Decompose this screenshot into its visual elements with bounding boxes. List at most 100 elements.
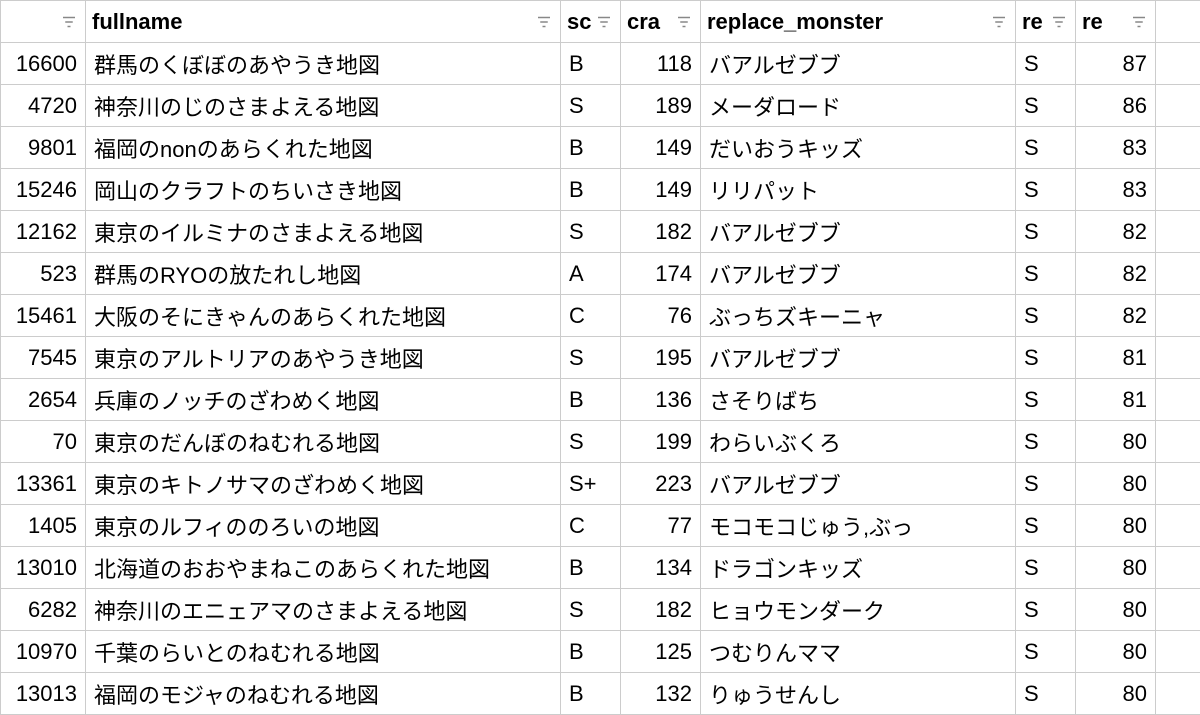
cell-cra[interactable]: 182	[621, 211, 701, 253]
column-header-sc[interactable]: sc	[561, 1, 621, 43]
cell-re2[interactable]: 81	[1076, 337, 1156, 379]
cell-cra[interactable]: 199	[621, 421, 701, 463]
cell-replace_monster[interactable]: わらいぶくろ	[701, 421, 1016, 463]
cell-cra[interactable]: 195	[621, 337, 701, 379]
table-row[interactable]: 15461大阪のそにきゃんのあらくれた地図C76ぶっちズキーニャS82	[1, 295, 1200, 337]
cell-fullname[interactable]: 群馬のくぼぼのあやうき地図	[86, 43, 561, 85]
filter-icon[interactable]	[674, 12, 694, 32]
cell-id[interactable]: 13013	[1, 673, 86, 715]
cell-re1[interactable]: S	[1016, 295, 1076, 337]
cell-id[interactable]: 4720	[1, 85, 86, 127]
cell-sc[interactable]: B	[561, 547, 621, 589]
cell-re2[interactable]: 80	[1076, 547, 1156, 589]
table-row[interactable]: 7545東京のアルトリアのあやうき地図S195バアルゼブブS81	[1, 337, 1200, 379]
cell-cra[interactable]: 77	[621, 505, 701, 547]
cell-re1[interactable]: S	[1016, 463, 1076, 505]
table-row[interactable]: 1405東京のルフィののろいの地図C77モコモコじゅう,ぶっS80	[1, 505, 1200, 547]
column-header-fullname[interactable]: fullname	[86, 1, 561, 43]
cell-re1[interactable]: S	[1016, 379, 1076, 421]
filter-icon[interactable]	[1129, 12, 1149, 32]
cell-id[interactable]: 13361	[1, 463, 86, 505]
cell-fullname[interactable]: 大阪のそにきゃんのあらくれた地図	[86, 295, 561, 337]
cell-re2[interactable]: 83	[1076, 169, 1156, 211]
cell-re2[interactable]: 87	[1076, 43, 1156, 85]
cell-re2[interactable]: 81	[1076, 379, 1156, 421]
cell-sc[interactable]: C	[561, 505, 621, 547]
filter-icon[interactable]	[59, 12, 79, 32]
cell-sc[interactable]: B	[561, 379, 621, 421]
cell-cra[interactable]: 182	[621, 589, 701, 631]
cell-sc[interactable]: S	[561, 85, 621, 127]
cell-id[interactable]: 10970	[1, 631, 86, 673]
table-row[interactable]: 6282神奈川のエニェアマのさまよえる地図S182ヒョウモンダークS80	[1, 589, 1200, 631]
cell-cra[interactable]: 149	[621, 127, 701, 169]
column-header-id[interactable]	[1, 1, 86, 43]
cell-id[interactable]: 7545	[1, 337, 86, 379]
cell-re1[interactable]: S	[1016, 589, 1076, 631]
cell-replace_monster[interactable]: バアルゼブブ	[701, 337, 1016, 379]
table-row[interactable]: 12162東京のイルミナのさまよえる地図S182バアルゼブブS82	[1, 211, 1200, 253]
cell-fullname[interactable]: 神奈川のエニェアマのさまよえる地図	[86, 589, 561, 631]
cell-cra[interactable]: 125	[621, 631, 701, 673]
cell-re1[interactable]: S	[1016, 337, 1076, 379]
cell-sc[interactable]: S	[561, 589, 621, 631]
cell-fullname[interactable]: 群馬のRYOの放たれし地図	[86, 253, 561, 295]
table-row[interactable]: 13010北海道のおおやまねこのあらくれた地図B134ドラゴンキッズS80	[1, 547, 1200, 589]
cell-re1[interactable]: S	[1016, 253, 1076, 295]
table-row[interactable]: 9801福岡のnonのあらくれた地図B149だいおうキッズS83	[1, 127, 1200, 169]
cell-fullname[interactable]: 北海道のおおやまねこのあらくれた地図	[86, 547, 561, 589]
cell-re2[interactable]: 82	[1076, 253, 1156, 295]
column-header-re1[interactable]: re	[1016, 1, 1076, 43]
cell-cra[interactable]: 149	[621, 169, 701, 211]
table-row[interactable]: 523群馬のRYOの放たれし地図A174バアルゼブブS82	[1, 253, 1200, 295]
cell-fullname[interactable]: 東京のイルミナのさまよえる地図	[86, 211, 561, 253]
cell-re1[interactable]: S	[1016, 169, 1076, 211]
cell-sc[interactable]: B	[561, 43, 621, 85]
cell-sc[interactable]: S	[561, 211, 621, 253]
cell-sc[interactable]: C	[561, 295, 621, 337]
cell-re2[interactable]: 80	[1076, 421, 1156, 463]
cell-sc[interactable]: S	[561, 421, 621, 463]
cell-replace_monster[interactable]: バアルゼブブ	[701, 43, 1016, 85]
cell-cra[interactable]: 136	[621, 379, 701, 421]
table-row[interactable]: 4720神奈川のじのさまよえる地図S189メーダロードS86	[1, 85, 1200, 127]
table-row[interactable]: 15246岡山のクラフトのちいさき地図B149リリパットS83	[1, 169, 1200, 211]
table-row[interactable]: 2654兵庫のノッチのざわめく地図B136さそりばちS81	[1, 379, 1200, 421]
cell-re1[interactable]: S	[1016, 43, 1076, 85]
filter-icon[interactable]	[989, 12, 1009, 32]
cell-id[interactable]: 15246	[1, 169, 86, 211]
cell-fullname[interactable]: 東京のキトノサマのざわめく地図	[86, 463, 561, 505]
cell-re2[interactable]: 80	[1076, 673, 1156, 715]
cell-sc[interactable]: S	[561, 337, 621, 379]
cell-cra[interactable]: 76	[621, 295, 701, 337]
cell-replace_monster[interactable]: バアルゼブブ	[701, 211, 1016, 253]
cell-fullname[interactable]: 福岡のnonのあらくれた地図	[86, 127, 561, 169]
cell-re1[interactable]: S	[1016, 127, 1076, 169]
cell-id[interactable]: 16600	[1, 43, 86, 85]
column-header-rest[interactable]	[1156, 1, 1200, 43]
cell-id[interactable]: 12162	[1, 211, 86, 253]
cell-sc[interactable]: B	[561, 631, 621, 673]
cell-sc[interactable]: B	[561, 127, 621, 169]
cell-fullname[interactable]: 岡山のクラフトのちいさき地図	[86, 169, 561, 211]
cell-id[interactable]: 523	[1, 253, 86, 295]
cell-fullname[interactable]: 兵庫のノッチのざわめく地図	[86, 379, 561, 421]
cell-fullname[interactable]: 福岡のモジャのねむれる地図	[86, 673, 561, 715]
table-row[interactable]: 13361東京のキトノサマのざわめく地図S+223バアルゼブブS80	[1, 463, 1200, 505]
cell-cra[interactable]: 189	[621, 85, 701, 127]
cell-replace_monster[interactable]: りゅうせんし	[701, 673, 1016, 715]
cell-cra[interactable]: 223	[621, 463, 701, 505]
cell-id[interactable]: 6282	[1, 589, 86, 631]
cell-replace_monster[interactable]: ドラゴンキッズ	[701, 547, 1016, 589]
cell-id[interactable]: 13010	[1, 547, 86, 589]
cell-id[interactable]: 9801	[1, 127, 86, 169]
cell-replace_monster[interactable]: バアルゼブブ	[701, 253, 1016, 295]
cell-id[interactable]: 70	[1, 421, 86, 463]
cell-id[interactable]: 15461	[1, 295, 86, 337]
column-header-cra[interactable]: cra	[621, 1, 701, 43]
cell-sc[interactable]: A	[561, 253, 621, 295]
cell-replace_monster[interactable]: メーダロード	[701, 85, 1016, 127]
cell-cra[interactable]: 132	[621, 673, 701, 715]
cell-re1[interactable]: S	[1016, 673, 1076, 715]
cell-re1[interactable]: S	[1016, 631, 1076, 673]
